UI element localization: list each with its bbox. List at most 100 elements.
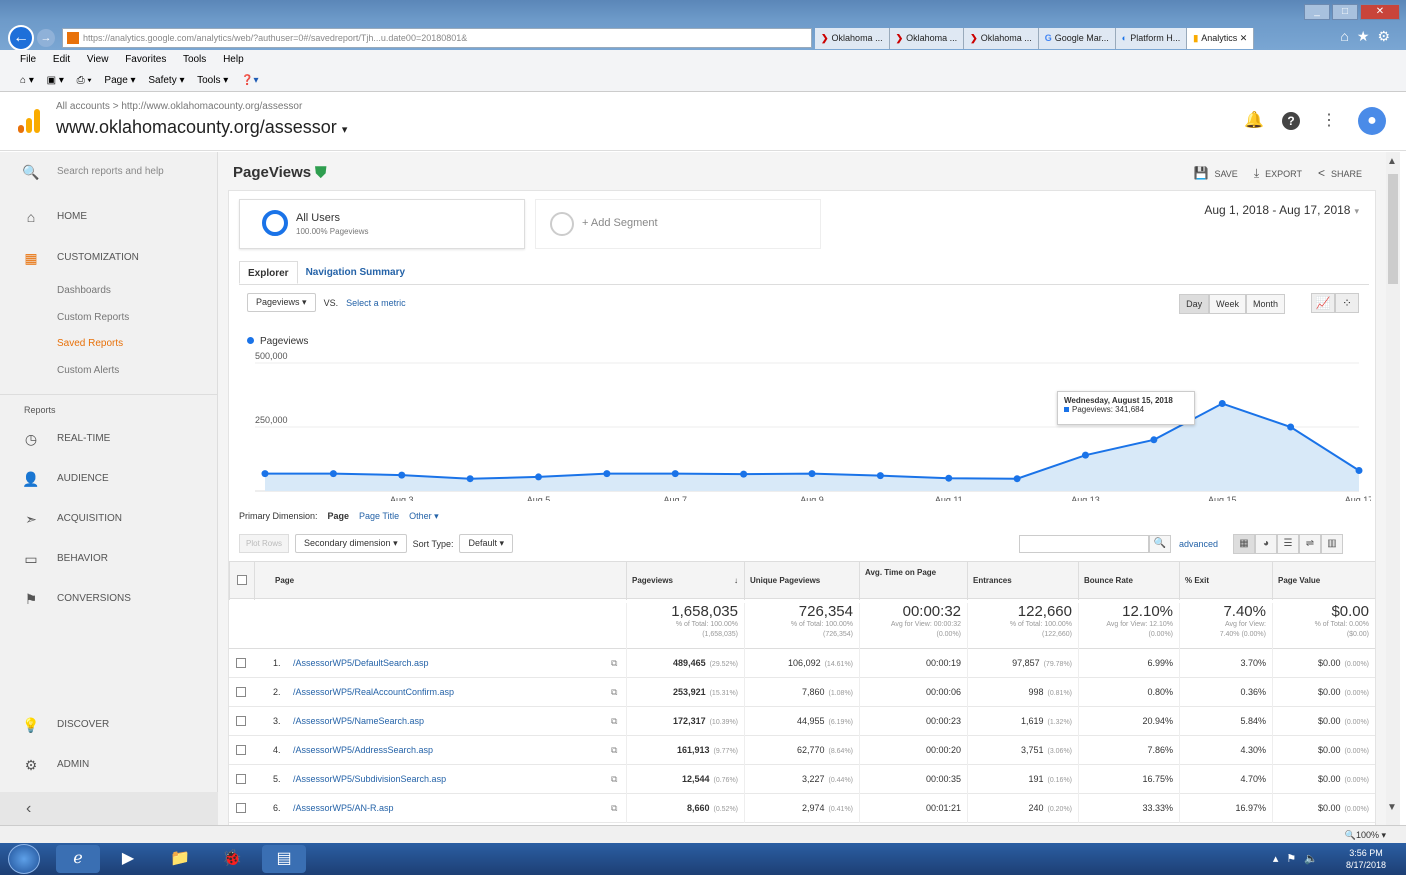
- save-button[interactable]: 💾 SAVE: [1194, 166, 1238, 181]
- page-link[interactable]: /AssessorWP5/NameSearch.asp: [293, 707, 424, 736]
- page-link[interactable]: /AssessorWP5/AddressSearch.asp: [293, 736, 433, 765]
- page-link[interactable]: /AssessorWP5/RealAccountConfirm.asp: [293, 678, 454, 707]
- sidebar-item-custom-reports[interactable]: Custom Reports: [0, 306, 218, 330]
- page-link[interactable]: /AssessorWP5/AN-R.asp: [293, 794, 394, 823]
- sidebar-item-saved-reports[interactable]: Saved Reports: [0, 332, 218, 356]
- sidebar-item-custom-alerts[interactable]: Custom Alerts: [0, 359, 218, 383]
- col-exit[interactable]: % Exit: [1179, 562, 1272, 600]
- home-icon[interactable]: ⌂ ▾: [20, 75, 34, 86]
- page-link[interactable]: /AssessorWP5/DefaultSearch.asp: [293, 649, 429, 678]
- col-page-value[interactable]: Page Value: [1272, 562, 1375, 600]
- plot-rows-button[interactable]: Plot Rows: [239, 534, 290, 553]
- data-point[interactable]: [1150, 436, 1158, 444]
- browser-tab-active[interactable]: ▮ Analytics ✕: [1187, 28, 1255, 49]
- media-taskbar-icon[interactable]: ▶: [106, 845, 150, 873]
- favorites-icon[interactable]: ★: [1357, 28, 1378, 44]
- data-point[interactable]: [398, 471, 406, 479]
- table-view-icon[interactable]: ▦: [1233, 534, 1255, 554]
- secondary-dimension-dropdown[interactable]: Secondary dimension ▾: [295, 534, 407, 553]
- sidebar-item-realtime[interactable]: ◷ REAL-TIME: [0, 427, 218, 451]
- data-point[interactable]: [671, 470, 679, 478]
- menu-edit[interactable]: Edit: [53, 54, 70, 65]
- breadcrumb[interactable]: All accounts > http://www.oklahomacounty…: [56, 101, 302, 112]
- external-link-icon[interactable]: ⧉: [611, 649, 617, 678]
- data-point[interactable]: [945, 474, 953, 482]
- browser-tab[interactable]: G Google Mar...: [1038, 28, 1116, 49]
- sidebar-item-admin[interactable]: ⚙ ADMIN: [0, 753, 218, 777]
- export-button[interactable]: ⤓ EXPORT: [1254, 166, 1302, 181]
- pie-view-icon[interactable]: ◕: [1255, 534, 1277, 554]
- data-point[interactable]: [1287, 423, 1295, 431]
- motion-chart-icon[interactable]: ⁘: [1335, 293, 1359, 313]
- external-link-icon[interactable]: ⧉: [611, 707, 617, 736]
- data-point[interactable]: [261, 470, 269, 478]
- gear-icon[interactable]: ⚙: [1377, 28, 1398, 44]
- data-point[interactable]: [876, 472, 884, 480]
- feeds-icon[interactable]: ▣ ▾: [47, 75, 64, 86]
- data-point[interactable]: [1013, 475, 1021, 483]
- advanced-filter-link[interactable]: advanced: [1179, 539, 1218, 549]
- chevron-up-icon[interactable]: ▴: [1273, 853, 1287, 865]
- row-checkbox[interactable]: [236, 745, 246, 755]
- start-button[interactable]: [8, 844, 40, 874]
- select-metric-link[interactable]: Select a metric: [346, 298, 406, 308]
- external-link-icon[interactable]: ⧉: [611, 736, 617, 765]
- select-all-checkbox[interactable]: [229, 562, 254, 600]
- sidebar-item-dashboards[interactable]: Dashboards: [0, 279, 218, 303]
- col-pageviews[interactable]: Pageviews ↓: [626, 562, 744, 600]
- sidebar-item-acquisition[interactable]: ➣ ACQUISITION: [0, 507, 218, 531]
- dimension-page-title[interactable]: Page Title: [359, 511, 399, 522]
- line-chart-icon[interactable]: 📈: [1311, 293, 1335, 313]
- menu-favorites[interactable]: Favorites: [125, 54, 166, 65]
- data-point[interactable]: [740, 470, 748, 478]
- browser-tab[interactable]: ❯ Oklahoma ...: [815, 28, 890, 49]
- col-unique-pageviews[interactable]: Unique Pageviews: [744, 562, 859, 600]
- safety-menu[interactable]: Safety ▾: [148, 75, 184, 86]
- table-row[interactable]: 1./AssessorWP5/DefaultSearch.asp ⧉ 489,465…: [229, 649, 1375, 678]
- tab-navigation-summary[interactable]: Navigation Summary: [298, 261, 413, 284]
- sidebar-item-home[interactable]: ⌂ HOME: [0, 205, 218, 229]
- browser-tab[interactable]: ❯ Oklahoma ...: [964, 28, 1039, 49]
- volume-icon[interactable]: 🔈: [1304, 853, 1326, 865]
- row-checkbox[interactable]: [236, 803, 246, 813]
- day-button[interactable]: Day: [1179, 294, 1210, 314]
- minimize-icon[interactable]: _: [1304, 4, 1330, 20]
- avatar[interactable]: ●: [1358, 107, 1386, 135]
- col-entrances[interactable]: Entrances: [967, 562, 1078, 600]
- tab-explorer[interactable]: Explorer: [239, 261, 298, 284]
- office-taskbar-icon[interactable]: ▤: [262, 845, 306, 873]
- table-row[interactable]: 5./AssessorWP5/SubdivisionSearch.asp ⧉ 12,…: [229, 765, 1375, 794]
- col-avg-time[interactable]: Avg. Time on Page: [859, 562, 967, 600]
- sidebar-search[interactable]: 🔍 Search reports and help: [0, 160, 218, 184]
- row-checkbox[interactable]: [236, 716, 246, 726]
- browser-tab[interactable]: ❯ Oklahoma ...: [889, 28, 965, 49]
- bell-icon[interactable]: 🔔: [1244, 112, 1264, 130]
- page-link[interactable]: /AssessorWP5/SubdivisionSearch.asp: [293, 765, 446, 794]
- data-point[interactable]: [1355, 467, 1363, 475]
- table-row[interactable]: 4./AssessorWP5/AddressSearch.asp ⧉ 161,913…: [229, 736, 1375, 765]
- data-point[interactable]: [808, 470, 816, 478]
- metric-dropdown[interactable]: Pageviews ▾: [247, 293, 316, 312]
- month-button[interactable]: Month: [1245, 294, 1285, 314]
- property-selector[interactable]: www.oklahomacounty.org/assessor ▾: [56, 117, 347, 138]
- more-vert-icon[interactable]: ⋮: [1320, 112, 1338, 130]
- table-row[interactable]: 3./AssessorWP5/NameSearch.asp ⧉ 172,317 (10…: [229, 707, 1375, 736]
- system-clock[interactable]: 3:56 PM 8/17/2018: [1346, 847, 1386, 871]
- collapse-sidebar-button[interactable]: ‹: [0, 792, 218, 825]
- data-point[interactable]: [329, 470, 337, 478]
- sidebar-item-audience[interactable]: 👤 AUDIENCE: [0, 467, 218, 491]
- pivot-view-icon[interactable]: ▥: [1321, 534, 1343, 554]
- comparison-view-icon[interactable]: ⇌: [1299, 534, 1321, 554]
- sidebar-item-behavior[interactable]: ▭ BEHAVIOR: [0, 547, 218, 571]
- external-link-icon[interactable]: ⧉: [611, 794, 617, 823]
- tools-menu[interactable]: Tools ▾: [197, 75, 228, 86]
- share-button[interactable]: < SHARE: [1318, 166, 1362, 181]
- menu-file[interactable]: File: [20, 54, 36, 65]
- data-point[interactable]: [603, 470, 611, 478]
- scroll-up-icon[interactable]: ▲: [1387, 156, 1397, 167]
- forward-button[interactable]: →: [37, 29, 55, 47]
- segment-all-users[interactable]: All Users 100.00% Pageviews: [239, 199, 525, 249]
- flag-icon[interactable]: ⚑: [1286, 853, 1304, 865]
- menu-tools[interactable]: Tools: [183, 54, 206, 65]
- print-icon[interactable]: ⎙ ▾: [77, 75, 92, 86]
